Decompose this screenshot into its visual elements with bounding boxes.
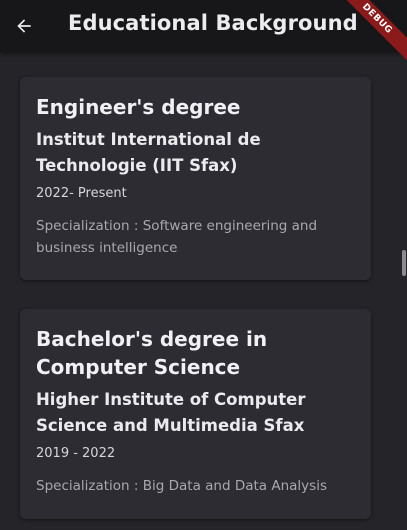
study-period: 2019 - 2022	[36, 446, 116, 461]
education-card: Bachelor's degree in Computer Science Hi…	[20, 309, 371, 519]
specialization-text: Specialization : Software engineering an…	[36, 218, 318, 256]
back-button[interactable]	[8, 10, 40, 42]
page-title: Educational Background	[68, 11, 358, 35]
app-screen: Educational Background DEBUG Engineer's …	[0, 0, 407, 530]
degree-title: Engineer's degree	[36, 95, 241, 119]
education-card: Engineer's degree Institut International…	[20, 77, 371, 280]
app-bar: Educational Background	[0, 0, 407, 52]
education-list[interactable]: Engineer's degree Institut International…	[0, 52, 407, 530]
study-period: 2022- Present	[36, 186, 127, 201]
degree-title: Bachelor's degree in Computer Science	[36, 327, 268, 379]
scrollbar-thumb[interactable]	[402, 250, 406, 276]
arrow-back-icon	[17, 19, 31, 33]
institution-name: Institut International de Technologie (I…	[36, 130, 261, 175]
institution-name: Higher Institute of Computer Science and…	[36, 390, 306, 435]
specialization-text: Specialization : Big Data and Data Analy…	[36, 478, 327, 494]
